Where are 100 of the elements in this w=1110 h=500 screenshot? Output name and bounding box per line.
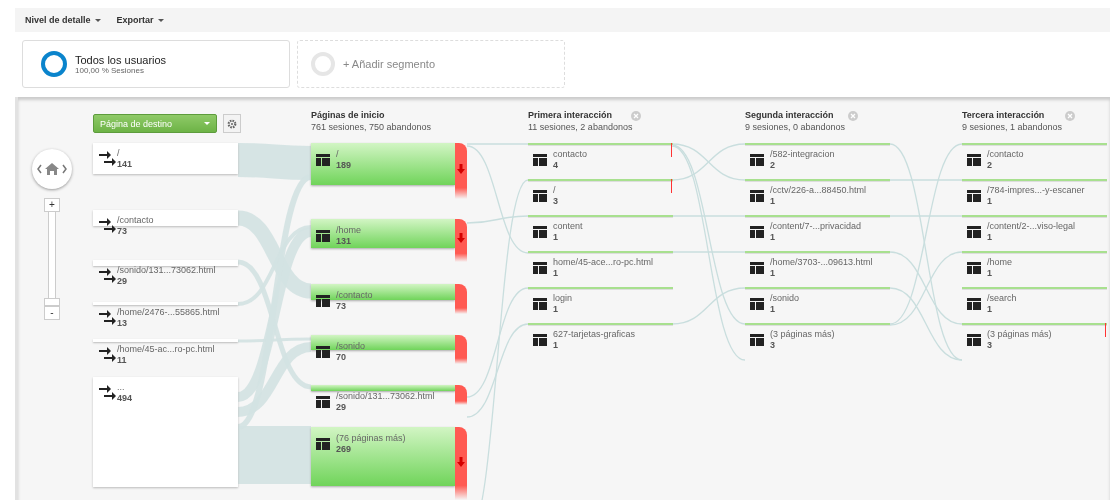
settings-icon — [227, 118, 237, 129]
segment-subtitle: 100,00 % Sesiones — [75, 65, 145, 75]
page-node-bar[interactable] — [528, 287, 673, 290]
page-label: /contacto — [117, 215, 154, 226]
page-node-bar[interactable] — [745, 323, 890, 326]
page-icon — [533, 334, 547, 346]
close-icon[interactable] — [1065, 111, 1075, 121]
session-count: 11 — [117, 355, 128, 366]
page-node-bar[interactable] — [962, 215, 1107, 218]
session-count: 1 — [770, 268, 776, 279]
close-icon[interactable] — [631, 111, 641, 121]
page-label: / — [336, 149, 340, 160]
page-label: /sonido/131...73062.html — [117, 265, 216, 276]
page-node-bar[interactable] — [528, 251, 673, 254]
page-icon — [750, 154, 764, 166]
zoom-out-button[interactable]: - — [44, 306, 60, 320]
page-icon — [967, 334, 981, 346]
session-count: 141 — [117, 159, 133, 170]
page-node-bar[interactable] — [311, 385, 455, 392]
page-label: contacto — [553, 149, 588, 160]
add-segment-button[interactable]: + Añadir segmento — [297, 40, 565, 88]
page-icon — [967, 226, 981, 238]
dropoff-bar[interactable] — [455, 219, 467, 262]
page-node-bar[interactable] — [745, 179, 890, 182]
dropoff-bar[interactable] — [455, 385, 467, 406]
session-count: 3 — [770, 340, 776, 351]
zoom-slider-thumb[interactable] — [44, 298, 60, 306]
session-count: 131 — [336, 236, 353, 247]
page-node-bar[interactable] — [745, 251, 890, 254]
page-label: /home/3703-...09613.html — [770, 257, 873, 268]
page-node-bar[interactable] — [311, 143, 455, 185]
page-node-bar[interactable] — [528, 179, 673, 182]
page-icon — [316, 154, 330, 166]
page-icon — [967, 154, 981, 166]
page-node-bar[interactable] — [745, 215, 890, 218]
column-title: Primera interacción — [528, 110, 614, 120]
dropoff-bar[interactable] — [455, 284, 467, 315]
close-icon[interactable] — [848, 111, 858, 121]
settings-button[interactable] — [223, 114, 241, 133]
source-node-bar[interactable] — [93, 210, 238, 227]
session-count: 1 — [553, 268, 559, 279]
session-count: 1 — [553, 304, 559, 315]
session-count: 73 — [117, 226, 128, 237]
arrows-icon — [99, 347, 117, 363]
page-node-bar[interactable] — [962, 143, 1107, 146]
page-label: /home/45-ac...ro-pc.html — [117, 344, 215, 355]
page-node-bar[interactable] — [528, 215, 673, 218]
page-node-bar[interactable] — [311, 427, 455, 487]
page-label: home/45-ace...ro-pc.html — [553, 257, 654, 268]
toolbar-menu-button[interactable]: Nivel de detalle — [23, 13, 103, 27]
page-label: ... — [117, 382, 126, 393]
session-count: 2 — [987, 160, 993, 171]
session-count: 1 — [987, 232, 993, 243]
arrows-icon — [99, 218, 117, 234]
page-icon — [533, 298, 547, 310]
session-count: 4 — [553, 160, 559, 171]
column-summary: 761 sesiones, 750 abandonos — [311, 122, 432, 132]
page-node-bar[interactable] — [311, 335, 455, 351]
session-count: 70 — [336, 352, 347, 363]
page-node-bar[interactable] — [745, 287, 890, 290]
source-node-bar[interactable] — [93, 377, 238, 488]
page-label: (3 páginas más) — [770, 329, 835, 340]
toolbar-menu-button[interactable]: Exportar — [114, 13, 166, 27]
page-node-bar[interactable] — [528, 143, 673, 146]
arrows-icon — [99, 310, 117, 326]
dropoff-bar[interactable] — [455, 143, 467, 199]
session-count: 1 — [553, 232, 559, 243]
session-count: 29 — [117, 276, 128, 287]
session-count: 73 — [336, 301, 347, 312]
column-title: Tercera interacción — [962, 110, 1046, 120]
page-label: /contacto — [987, 149, 1024, 160]
source-node-bar[interactable] — [93, 260, 238, 267]
page-label: 627-tarjetas-graficas — [553, 329, 636, 340]
session-count: 2 — [770, 160, 776, 171]
page-node-bar[interactable] — [745, 143, 890, 146]
page-node-bar[interactable] — [962, 179, 1107, 182]
page-node-bar[interactable] — [962, 251, 1107, 254]
page-node-bar[interactable] — [311, 219, 455, 248]
dropoff-bar[interactable] — [455, 427, 467, 500]
session-count: 1 — [987, 268, 993, 279]
page-node-bar[interactable] — [528, 323, 673, 326]
segment-card[interactable]: Todos los usuarios 100,00 % Sesiones — [22, 40, 290, 88]
page-icon — [316, 295, 330, 307]
arrows-icon — [99, 268, 117, 284]
page-icon — [967, 262, 981, 274]
page-node-bar[interactable] — [962, 287, 1107, 290]
page-label: /content/7-...privacidad — [770, 221, 862, 232]
page-node-bar[interactable] — [962, 323, 1107, 326]
page-label: / — [553, 185, 557, 196]
column-title: Segunda interacción — [745, 110, 835, 120]
page-label: /sonido/131...73062.html — [336, 391, 435, 402]
page-node-bar[interactable] — [311, 284, 455, 301]
page-label: /search — [987, 293, 1017, 304]
zoom-in-button[interactable]: + — [44, 198, 60, 212]
home-navigation-icon[interactable] — [32, 149, 72, 189]
dropoff-bar[interactable] — [455, 335, 467, 365]
page-label: /582-integracion — [770, 149, 835, 160]
session-count: 1 — [987, 196, 993, 207]
arrows-icon — [99, 151, 117, 167]
source-node-bar[interactable] — [93, 143, 238, 175]
